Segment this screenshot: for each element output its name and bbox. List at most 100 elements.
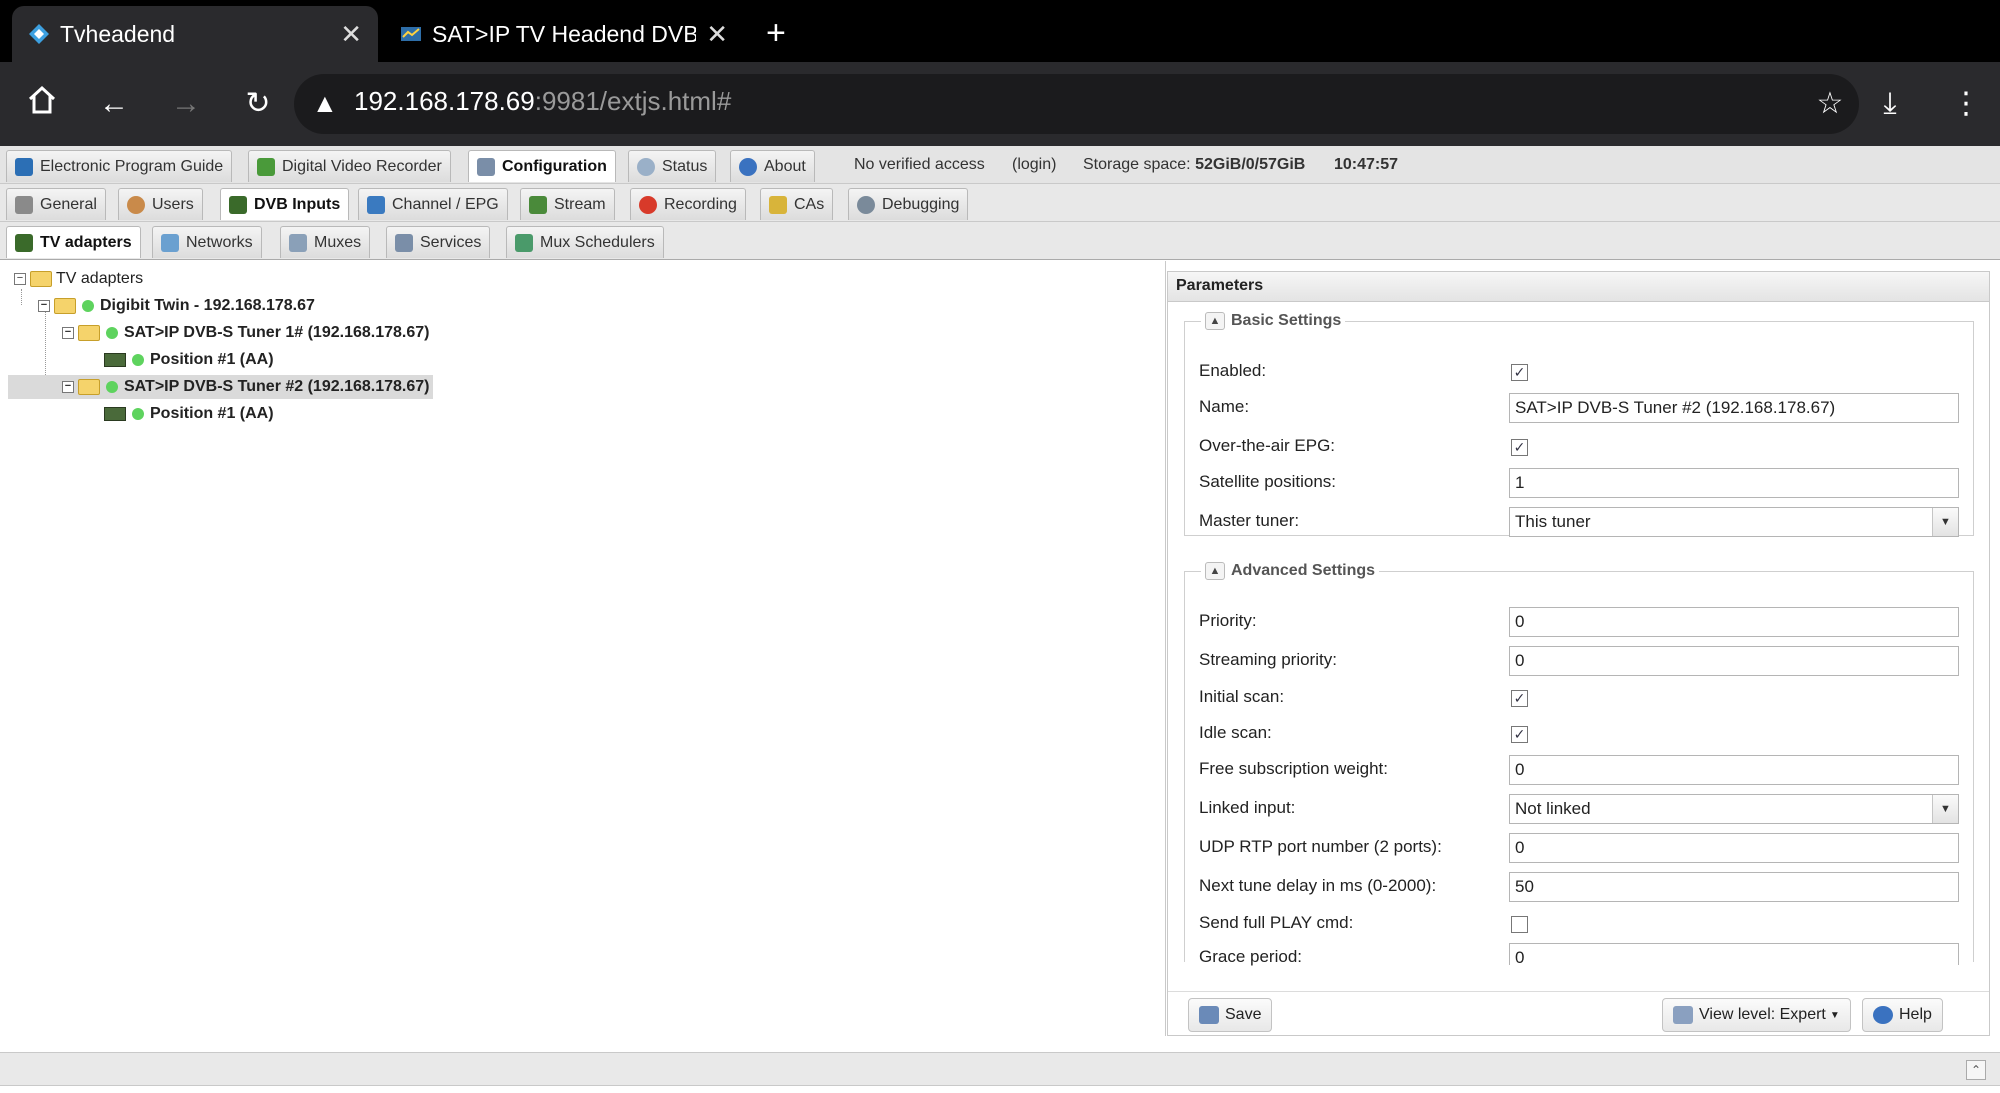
master-tuner-select[interactable]: This tuner ▼: [1509, 507, 1959, 537]
tab-about[interactable]: About: [730, 150, 815, 182]
url-text[interactable]: 192.168.178.69:9981/extjs.html#: [354, 86, 731, 117]
help-button[interactable]: Help: [1862, 998, 1943, 1032]
tab-dvr[interactable]: Digital Video Recorder: [248, 150, 451, 182]
button-label: Help: [1899, 1006, 1932, 1023]
close-tab-icon[interactable]: ✕: [340, 19, 362, 50]
collapse-icon[interactable]: −: [62, 381, 74, 393]
linked-input-row: Linked input: Not linked ▼: [1185, 791, 1975, 825]
tree-node-tuner2[interactable]: − SAT>IP DVB-S Tuner #2 (192.168.178.67): [8, 375, 434, 399]
tree-node-device[interactable]: − Digibit Twin - 192.168.178.67: [38, 294, 319, 318]
bookmark-star-icon[interactable]: ☆: [1810, 84, 1850, 124]
tab-label: Services: [420, 233, 482, 251]
tab-tv-adapters[interactable]: TV adapters: [6, 226, 141, 258]
download-icon[interactable]: ⤓: [1870, 84, 1910, 124]
advanced-settings-legend[interactable]: ▲ Advanced Settings: [1201, 562, 1379, 580]
address-bar[interactable]: ▲ 192.168.178.69:9981/extjs.html#: [294, 74, 1859, 134]
field-label: Free subscription weight:: [1199, 759, 1388, 778]
advanced-settings-fieldset: ▲ Advanced Settings Priority: 0 Streaming …: [1184, 562, 1975, 966]
tv-adapter-icon: [15, 233, 33, 252]
udp-rtp-port-input[interactable]: 0: [1509, 833, 1959, 863]
storage-value: 52GiB/0/57GiB: [1195, 156, 1306, 173]
linked-input-select[interactable]: Not linked ▼: [1509, 794, 1959, 824]
streaming-priority-input[interactable]: 0: [1509, 646, 1959, 676]
tab-configuration[interactable]: Configuration: [468, 150, 616, 182]
save-button[interactable]: Save: [1188, 998, 1273, 1032]
enabled-checkbox[interactable]: ✓: [1511, 364, 1528, 381]
field-label: Grace period:: [1199, 947, 1302, 966]
tune-delay-input[interactable]: 50: [1509, 872, 1959, 902]
tree-node-root[interactable]: − TV adapters: [14, 267, 147, 291]
tvheadend-app: Electronic Program Guide Digital Video R…: [0, 146, 2000, 1093]
satellite-positions-input[interactable]: 1: [1509, 468, 1959, 498]
collapse-icon[interactable]: −: [62, 327, 74, 339]
tab-networks[interactable]: Networks: [152, 226, 262, 258]
tab-stream[interactable]: Stream: [520, 188, 615, 220]
collapse-icon[interactable]: −: [38, 300, 50, 312]
tab-dvb-inputs[interactable]: DVB Inputs: [220, 188, 350, 220]
tab-debugging[interactable]: Debugging: [848, 188, 969, 220]
tab-label: Recording: [664, 195, 737, 213]
tab-mux-schedulers[interactable]: Mux Schedulers: [506, 226, 664, 258]
scheduler-icon: [515, 233, 533, 252]
enabled-row: Enabled: ✓: [1185, 354, 1975, 388]
tab-users[interactable]: Users: [118, 188, 203, 220]
field-label: Idle scan:: [1199, 723, 1272, 742]
chevron-down-icon[interactable]: ▼: [1932, 508, 1958, 536]
tree-node-tuner1[interactable]: − SAT>IP DVB-S Tuner 1# (192.168.178.67): [62, 321, 433, 345]
tab-status[interactable]: Status: [628, 150, 717, 182]
view-level-icon: [1673, 1006, 1693, 1024]
collapse-icon[interactable]: −: [14, 273, 26, 285]
antenna-icon: [161, 233, 179, 252]
full-play-checkbox[interactable]: [1511, 916, 1528, 933]
idle-scan-checkbox[interactable]: ✓: [1511, 726, 1528, 743]
login-link[interactable]: (login): [1012, 156, 1056, 174]
collapse-section-icon[interactable]: ▲: [1205, 312, 1225, 330]
priority-input[interactable]: 0: [1509, 607, 1959, 637]
field-label: Enabled:: [1199, 361, 1267, 380]
ota-epg-checkbox[interactable]: ✓: [1511, 439, 1528, 456]
tree-node-tuner2-position[interactable]: Position #1 (AA): [104, 402, 278, 426]
tab-label: Status: [662, 157, 708, 175]
field-label: UDP RTP port number (2 ports):: [1199, 837, 1442, 856]
tab-channel-epg[interactable]: Channel / EPG: [358, 188, 508, 220]
tuner-card-icon: [104, 353, 126, 367]
view-level-button[interactable]: View level: Expert ▼: [1662, 998, 1851, 1032]
tab-services[interactable]: Services: [386, 226, 491, 258]
grace-period-input[interactable]: 0: [1509, 943, 1959, 965]
collapse-section-icon[interactable]: ▲: [1205, 562, 1225, 580]
tab-general[interactable]: General: [6, 188, 106, 220]
new-tab-icon[interactable]: +: [766, 14, 786, 53]
close-tab-icon[interactable]: ✕: [706, 19, 728, 50]
chevron-down-icon[interactable]: ▼: [1932, 795, 1958, 823]
expand-up-icon[interactable]: ⌃: [1966, 1060, 1986, 1080]
free-subscription-weight-input[interactable]: 0: [1509, 755, 1959, 785]
tab-label: TV adapters: [40, 233, 132, 251]
tab-recording[interactable]: Recording: [630, 188, 746, 220]
field-label: Initial scan:: [1199, 687, 1285, 706]
dvb-card-icon: [229, 195, 247, 214]
forward-icon[interactable]: →: [166, 84, 206, 124]
satellite-positions-row: Satellite positions: 1: [1185, 465, 1975, 499]
browser-tab-tvheadend[interactable]: Tvheadend ✕: [12, 6, 378, 62]
field-label: Priority:: [1199, 611, 1257, 630]
parameters-panel: Parameters ▲ Basic Settings Enabled: ✓ Nam…: [1167, 271, 1990, 1036]
menu-icon[interactable]: ⋮: [1946, 84, 1986, 124]
tab-epg[interactable]: Electronic Program Guide: [6, 150, 233, 182]
browser-tab-satip[interactable]: SAT>IP TV Headend DVB- ✕: [384, 6, 744, 62]
save-icon: [1199, 1006, 1219, 1024]
tree-node-tuner1-position[interactable]: Position #1 (AA): [104, 348, 278, 372]
tab-label: General: [40, 195, 97, 213]
field-label: Streaming priority:: [1199, 650, 1337, 669]
name-input[interactable]: SAT>IP DVB-S Tuner #2 (192.168.178.67): [1509, 393, 1959, 423]
key-icon: [769, 195, 787, 214]
rec-icon: [639, 195, 657, 214]
basic-settings-legend[interactable]: ▲ Basic Settings: [1201, 312, 1345, 330]
tab-muxes[interactable]: Muxes: [280, 226, 371, 258]
initial-scan-checkbox[interactable]: ✓: [1511, 690, 1528, 707]
initial-scan-row: Initial scan: ✓: [1185, 680, 1975, 714]
tab-cas[interactable]: CAs: [760, 188, 834, 220]
back-icon[interactable]: ←: [94, 84, 134, 124]
reload-icon[interactable]: ↻: [238, 84, 278, 124]
home-icon[interactable]: [22, 84, 62, 127]
field-label: Master tuner:: [1199, 511, 1300, 530]
